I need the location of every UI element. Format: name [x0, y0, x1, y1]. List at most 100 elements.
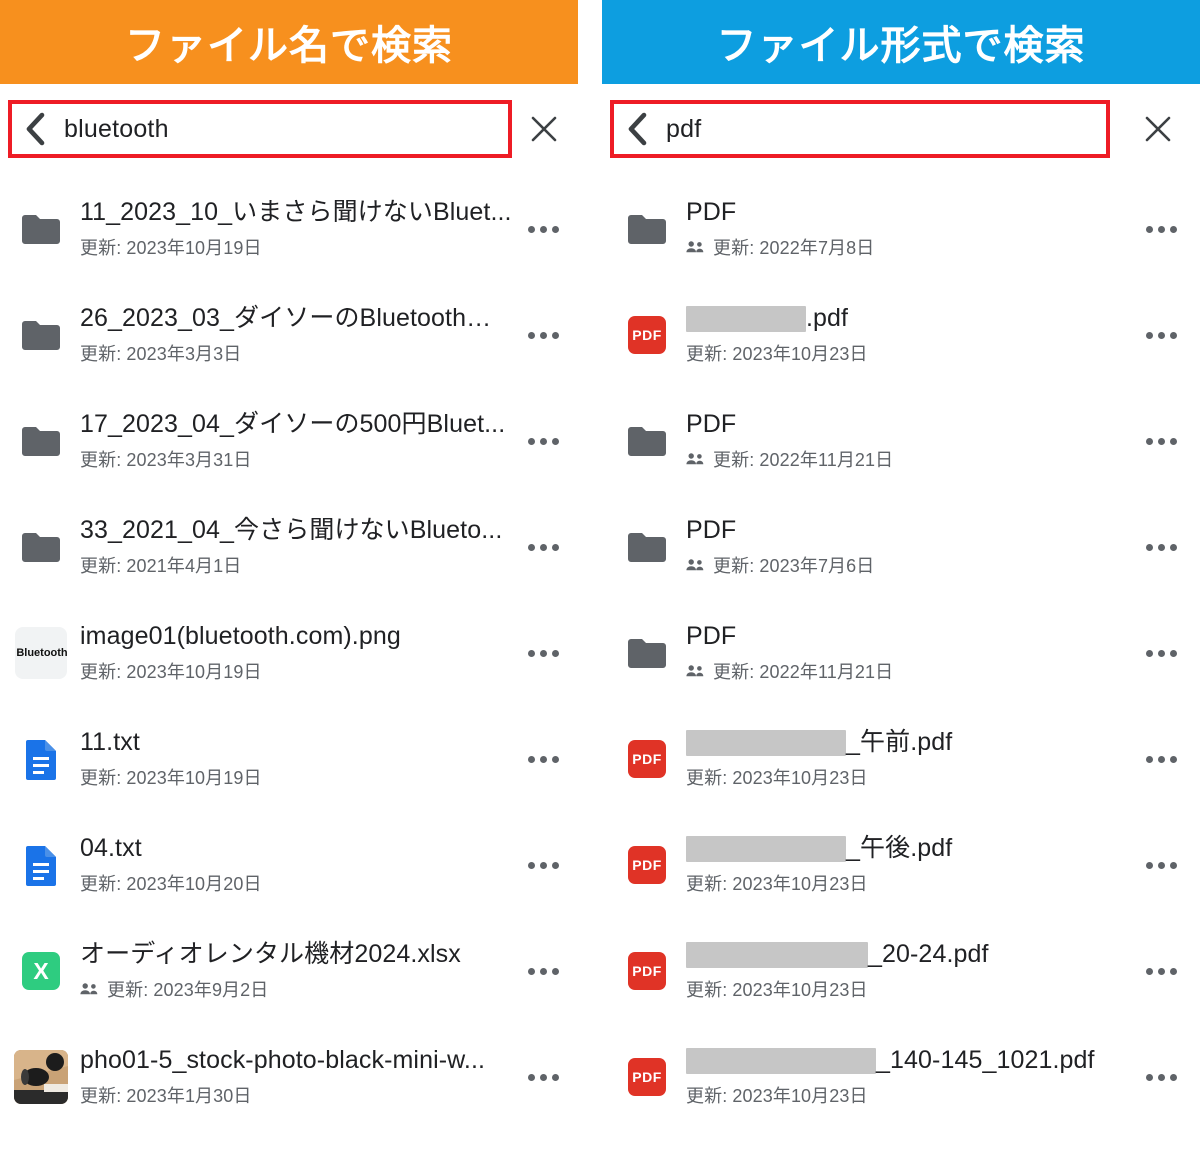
file-row[interactable]: PDF _午後.pdf 更新: 2023年10月23日 — [602, 812, 1200, 918]
shared-people-icon — [686, 240, 705, 254]
file-updated-date: 更新: 2022年11月21日 — [713, 661, 894, 682]
more-options-dots — [1143, 331, 1179, 339]
file-row[interactable]: 04.txt 更新: 2023年10月20日 — [0, 812, 578, 918]
more-options-icon[interactable] — [514, 331, 572, 339]
dot — [1169, 543, 1177, 551]
dot — [1169, 225, 1177, 233]
more-options-icon[interactable] — [1132, 967, 1190, 975]
more-options-icon[interactable] — [514, 225, 572, 233]
dot — [527, 861, 535, 869]
dot — [1157, 861, 1165, 869]
dot — [1145, 331, 1153, 339]
more-options-icon[interactable] — [514, 1073, 572, 1081]
file-row[interactable]: 17_2023_04_ダイソーの500円Bluet... 更新: 2023年3月3… — [0, 388, 578, 494]
file-row-text: PDF 更新: 2022年11月21日 — [678, 410, 1132, 472]
file-name-label: 11_2023_10_いまさら聞けないBluet... — [80, 198, 512, 227]
more-options-icon[interactable] — [514, 437, 572, 445]
file-row[interactable]: PDF _140-145_1021.pdf 更新: 2023年10月23日 — [602, 1024, 1200, 1130]
text-document-icon — [10, 728, 72, 790]
more-options-icon[interactable] — [514, 861, 572, 869]
file-row-text: _140-145_1021.pdf 更新: 2023年10月23日 — [678, 1046, 1132, 1108]
file-row[interactable]: PDF 更新: 2023年7月6日 — [602, 494, 1200, 600]
search-input-container-left[interactable]: bluetooth — [8, 100, 512, 158]
dot — [1145, 649, 1153, 657]
bluetooth-thumbnail: Bluetooth — [15, 627, 67, 679]
photo-thumbnail-speaker — [10, 1046, 72, 1108]
more-options-dots — [525, 437, 561, 445]
file-row-text: 17_2023_04_ダイソーの500円Bluet... 更新: 2023年3月3… — [72, 410, 514, 472]
file-row[interactable]: 11_2023_10_いまさら聞けないBluet... 更新: 2023年10月1… — [0, 176, 578, 282]
more-options-icon[interactable] — [1132, 1073, 1190, 1081]
file-row[interactable]: PDF _20-24.pdf 更新: 2023年10月23日 — [602, 918, 1200, 1024]
close-icon-right[interactable] — [1132, 100, 1184, 158]
more-options-icon[interactable] — [514, 967, 572, 975]
file-meta: 更新: 2022年11月21日 — [686, 446, 1132, 472]
file-updated-date: 更新: 2023年10月20日 — [80, 873, 262, 894]
dot — [1145, 1073, 1153, 1081]
file-row[interactable]: PDF 更新: 2022年11月21日 — [602, 600, 1200, 706]
file-row[interactable]: 11.txt 更新: 2023年10月19日 — [0, 706, 578, 812]
shared-people-icon — [686, 558, 705, 572]
file-name: 26_2023_03_ダイソーのBluetooth… — [80, 304, 514, 333]
more-options-icon[interactable] — [1132, 649, 1190, 657]
file-row[interactable]: PDF 更新: 2022年11月21日 — [602, 388, 1200, 494]
pdf-badge: PDF — [628, 740, 666, 778]
file-name-suffix: _140-145_1021.pdf — [876, 1046, 1095, 1075]
file-row[interactable]: X オーディオレンタル機材2024.xlsx 更新: 2023年9月2日 — [0, 918, 578, 1024]
more-options-icon[interactable] — [1132, 331, 1190, 339]
file-updated-date: 更新: 2022年7月8日 — [713, 237, 875, 258]
more-options-icon[interactable] — [1132, 755, 1190, 763]
shared-people-icon — [686, 452, 705, 466]
more-options-dots — [525, 331, 561, 339]
file-name-suffix: _午後.pdf — [846, 834, 953, 863]
dot — [1145, 543, 1153, 551]
file-row[interactable]: Bluetooth image01(bluetooth.com).png 更新: 2… — [0, 600, 578, 706]
file-name: _20-24.pdf — [686, 940, 1132, 969]
folder-icon — [10, 516, 72, 578]
close-icon-left[interactable] — [518, 100, 570, 158]
chevron-left-icon[interactable] — [614, 112, 660, 146]
panel-search-by-filetype: ファイル形式で検索 pdf PDF 更新: 2022年7月8日 PDF .pdf 更新:… — [602, 0, 1200, 1150]
file-row[interactable]: pho01-5_stock-photo-black-mini-w... 更新: 2… — [0, 1024, 578, 1130]
more-options-icon[interactable] — [514, 755, 572, 763]
dot — [539, 225, 547, 233]
dot — [539, 861, 547, 869]
dot — [551, 755, 559, 763]
chevron-left-icon[interactable] — [12, 112, 58, 146]
file-row[interactable]: 26_2023_03_ダイソーのBluetooth… 更新: 2023年3月3日 — [0, 282, 578, 388]
search-input-left[interactable]: bluetooth — [58, 115, 169, 144]
file-row[interactable]: PDF _午前.pdf 更新: 2023年10月23日 — [602, 706, 1200, 812]
search-input-container-right[interactable]: pdf — [610, 100, 1110, 158]
file-meta: 更新: 2023年10月19日 — [80, 764, 514, 790]
more-options-icon[interactable] — [514, 649, 572, 657]
file-name: 11_2023_10_いまさら聞けないBluet... — [80, 198, 514, 227]
dot — [1169, 1073, 1177, 1081]
file-meta: 更新: 2023年10月23日 — [686, 870, 1132, 896]
file-row-text: PDF 更新: 2023年7月6日 — [678, 516, 1132, 578]
file-row[interactable]: 33_2021_04_今さら聞けないBlueto... 更新: 2021年4月1日 — [0, 494, 578, 600]
file-updated-date: 更新: 2023年3月31日 — [80, 449, 252, 470]
file-meta: 更新: 2023年1月30日 — [80, 1082, 514, 1108]
dot — [1157, 1073, 1165, 1081]
file-row[interactable]: PDF .pdf 更新: 2023年10月23日 — [602, 282, 1200, 388]
panel-right-banner-title: ファイル形式で検索 — [716, 24, 1086, 68]
file-meta: 更新: 2023年7月6日 — [686, 552, 1132, 578]
more-options-icon[interactable] — [1132, 543, 1190, 551]
more-options-icon[interactable] — [1132, 861, 1190, 869]
folder-icon — [616, 410, 678, 472]
file-row-text: 11.txt 更新: 2023年10月19日 — [72, 728, 514, 790]
file-row-text: pho01-5_stock-photo-black-mini-w... 更新: 2… — [72, 1046, 514, 1108]
dot — [527, 755, 535, 763]
more-options-icon[interactable] — [514, 543, 572, 551]
dot — [551, 649, 559, 657]
file-name: オーディオレンタル機材2024.xlsx — [80, 940, 514, 969]
panel-right-banner: ファイル形式で検索 — [602, 0, 1200, 84]
more-options-icon[interactable] — [1132, 225, 1190, 233]
search-input-right[interactable]: pdf — [660, 115, 701, 144]
file-row-text: _午前.pdf 更新: 2023年10月23日 — [678, 728, 1132, 790]
file-updated-date: 更新: 2021年4月1日 — [80, 555, 242, 576]
file-name-label: PDF — [686, 410, 737, 439]
file-row[interactable]: PDF 更新: 2022年7月8日 — [602, 176, 1200, 282]
dot — [1157, 649, 1165, 657]
more-options-icon[interactable] — [1132, 437, 1190, 445]
